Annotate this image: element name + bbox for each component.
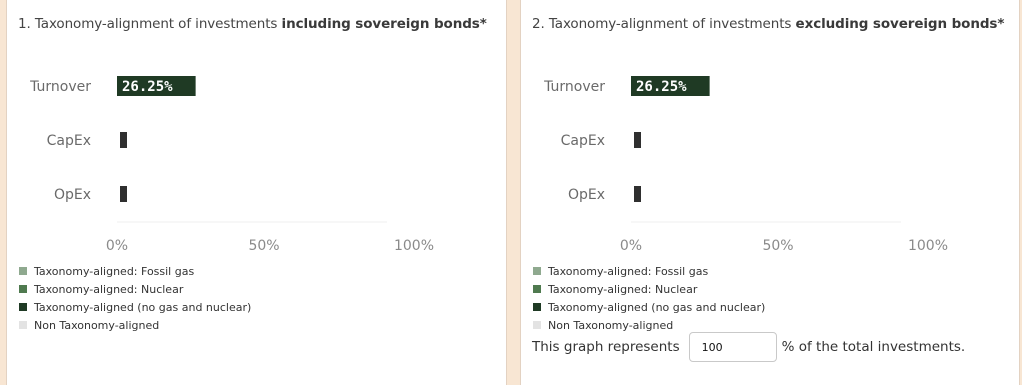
bar-segment (631, 130, 931, 150)
x-tick-label: 0% (106, 238, 128, 254)
investment-share-note: This graph represents % of the total inv… (532, 332, 965, 362)
legend-label: Non Taxonomy-aligned (34, 318, 160, 332)
data-label: 26.25% (636, 79, 687, 95)
legend-item: Taxonomy-aligned (no gas and nuclear) (533, 298, 765, 316)
zero-value-marker (634, 132, 641, 148)
panel-title: 2. Taxonomy-alignment of investments exc… (532, 16, 1005, 32)
category-label: OpEx (568, 187, 605, 203)
legend-label: Taxonomy-aligned: Fossil gas (34, 264, 195, 278)
panel-title: 1. Taxonomy-alignment of investments inc… (18, 16, 487, 32)
data-label: 26.25% (122, 79, 173, 95)
footnote-suffix: % of the total investments. (781, 339, 966, 355)
category-label: Turnover (29, 79, 91, 95)
bar-segment (631, 184, 931, 204)
category-label: Turnover (543, 79, 605, 95)
x-tick-label: 100% (908, 238, 948, 254)
x-tick-label: 50% (248, 238, 279, 254)
chart-panel-excluding-sovereign: 2. Taxonomy-alignment of investments exc… (520, 0, 1020, 385)
legend-swatch (19, 321, 27, 329)
legend-item: Taxonomy-aligned: Fossil gas (533, 262, 765, 280)
legend-swatch (19, 267, 27, 275)
footnote-prefix: This graph represents (532, 339, 680, 355)
zero-value-marker (120, 132, 127, 148)
legend-swatch (533, 303, 541, 311)
legend-label: Taxonomy-aligned (no gas and nuclear) (34, 300, 252, 314)
legend-item: Taxonomy-aligned: Fossil gas (19, 262, 251, 280)
bar-segment (117, 184, 417, 204)
x-tick-label: 0% (620, 238, 642, 254)
legend-swatch (533, 321, 541, 329)
chart-legend: Taxonomy-aligned: Fossil gas Taxonomy-ali… (19, 262, 251, 334)
legend-swatch (533, 267, 541, 275)
zero-value-marker (120, 186, 127, 202)
legend-label: Taxonomy-aligned (no gas and nuclear) (548, 300, 766, 314)
legend-label: Taxonomy-aligned: Nuclear (548, 282, 698, 296)
chart-panel-including-sovereign: 1. Taxonomy-alignment of investments inc… (6, 0, 507, 385)
legend-label: Taxonomy-aligned: Nuclear (34, 282, 184, 296)
legend-item: Non Taxonomy-aligned (19, 316, 251, 334)
legend-swatch (533, 285, 541, 293)
bar-segment (195, 76, 417, 96)
zero-value-marker (634, 186, 641, 202)
legend-label: Taxonomy-aligned: Fossil gas (548, 264, 709, 278)
bar-segment (117, 130, 417, 150)
legend-item: Taxonomy-aligned (no gas and nuclear) (19, 298, 251, 316)
category-label: CapEx (47, 133, 91, 149)
x-tick-label: 50% (762, 238, 793, 254)
legend-item: Taxonomy-aligned: Nuclear (19, 280, 251, 298)
category-label: CapEx (561, 133, 605, 149)
x-tick-label: 100% (394, 238, 434, 254)
legend-item: Taxonomy-aligned: Nuclear (533, 280, 765, 298)
category-label: OpEx (54, 187, 91, 203)
bar-segment (709, 76, 931, 96)
bar-chart-excluding-sovereign: Turnover 26.25% CapEx OpEx 0% 50% 100% (543, 76, 948, 254)
legend-swatch (19, 285, 27, 293)
chart-legend: Taxonomy-aligned: Fossil gas Taxonomy-ali… (533, 262, 765, 334)
percentage-input[interactable] (688, 332, 777, 362)
bar-chart-including-sovereign: Turnover 26.25% CapEx OpEx 0% 50% 100% (29, 76, 434, 254)
legend-swatch (19, 303, 27, 311)
legend-label: Non Taxonomy-aligned (548, 318, 674, 332)
